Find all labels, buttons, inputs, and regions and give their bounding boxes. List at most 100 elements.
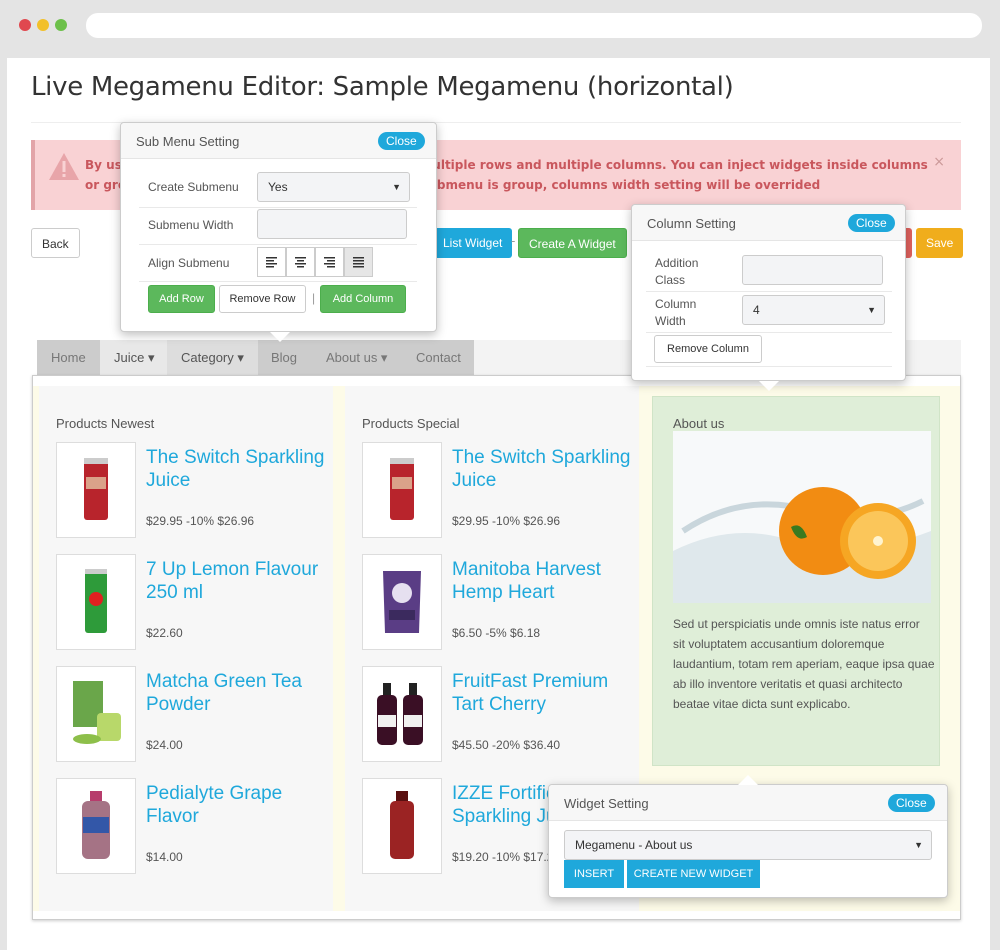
product-name-link[interactable]: The Switch Sparkling Juice (452, 446, 632, 492)
product-image-can[interactable] (56, 442, 136, 538)
page-title: Live Megamenu Editor: Sample Megamenu (h… (31, 72, 734, 102)
create-submenu-select[interactable]: Yes ▼ (257, 172, 410, 202)
minimize-window-icon[interactable] (37, 19, 49, 31)
product-item[interactable]: 7 Up Lemon Flavour 250 ml $22.60 (56, 554, 326, 650)
close-button[interactable]: Close (848, 214, 895, 232)
remove-row-button[interactable]: Remove Row (219, 285, 306, 313)
page-content: Live Megamenu Editor: Sample Megamenu (h… (7, 58, 990, 950)
create-submenu-value: Yes (268, 180, 288, 194)
create-submenu-label: Create Submenu (148, 180, 239, 194)
product-name-link[interactable]: The Switch Sparkling Juice (146, 446, 326, 492)
row-divider (139, 244, 417, 245)
product-item[interactable]: Manitoba Harvest Hemp Heart $6.50 -5% $6… (362, 554, 632, 650)
align-center-icon (295, 257, 306, 268)
submenu-width-label: Submenu Width (148, 218, 234, 232)
align-submenu-label: Align Submenu (148, 256, 230, 270)
add-row-button[interactable]: Add Row (148, 285, 215, 313)
submenu-setting-popup: Sub Menu Setting Close Create Submenu Ye… (120, 122, 437, 342)
popup-header: Widget Setting Close (549, 785, 947, 821)
product-price: $14.00 (146, 850, 183, 864)
product-price: $45.50 -20% $36.40 (452, 738, 561, 752)
product-name-link[interactable]: Manitoba Harvest Hemp Heart (452, 558, 632, 604)
product-item[interactable]: FruitFast Premium Tart Cherry $45.50 -20… (362, 666, 632, 762)
menu-item-blog[interactable]: Blog (257, 340, 311, 376)
popup-title: Column Setting (647, 216, 736, 231)
product-price: $29.95 -10% $26.96 (452, 514, 561, 528)
save-button[interactable]: Save (916, 228, 964, 258)
back-button[interactable]: Back (31, 228, 80, 258)
column-title: Products Special (362, 416, 460, 431)
maximize-window-icon[interactable] (55, 19, 67, 31)
alert-close-icon[interactable]: × (933, 154, 945, 170)
product-image-bottle[interactable] (362, 778, 442, 874)
product-image-can[interactable] (56, 554, 136, 650)
menu-item-juice[interactable]: Juice ▾ (100, 340, 169, 376)
align-right-icon (324, 257, 335, 268)
product-price: $6.50 -5% $6.18 (452, 626, 541, 640)
close-button[interactable]: Close (378, 132, 425, 150)
address-bar[interactable] (86, 13, 982, 38)
close-button[interactable]: Close (888, 794, 935, 812)
align-justify-button[interactable] (344, 247, 373, 277)
product-price: $24.00 (146, 738, 183, 752)
chevron-down-icon: ▼ (867, 305, 876, 315)
insert-button[interactable]: INSERT (564, 860, 624, 888)
product-price: $19.20 -10% $17.28 (452, 850, 561, 864)
product-name-link[interactable]: FruitFast Premium Tart Cherry (452, 670, 632, 716)
align-button-group (257, 247, 375, 277)
product-item[interactable]: Matcha Green Tea Powder $24.00 (56, 666, 326, 762)
popup-pointer (738, 775, 758, 785)
popup-title: Widget Setting (564, 796, 649, 811)
align-left-button[interactable] (257, 247, 286, 277)
widget-setting-popup: Widget Setting Close Megamenu - About us… (548, 775, 948, 898)
popup-header: Sub Menu Setting Close (121, 123, 436, 159)
orange-splash-image (673, 431, 931, 603)
row-divider (139, 281, 417, 282)
browser-chrome (0, 0, 1000, 56)
remove-column-button[interactable]: Remove Column (654, 335, 762, 363)
product-item[interactable]: Pedialyte Grape Flavor $14.00 (56, 778, 326, 874)
list-widget-button[interactable]: List Widget (433, 228, 513, 258)
product-price: $22.60 (146, 626, 183, 640)
row-divider (139, 207, 417, 208)
product-price: $29.95 -10% $26.96 (146, 514, 255, 528)
product-name-link[interactable]: 7 Up Lemon Flavour 250 ml (146, 558, 326, 604)
warning-icon (49, 153, 79, 180)
menu-item-contact[interactable]: Contact (402, 340, 475, 376)
column-width-value: 4 (753, 303, 760, 317)
menu-item-about-us[interactable]: About us ▾ (312, 340, 401, 376)
column-title: Products Newest (56, 416, 155, 431)
align-right-button[interactable] (315, 247, 344, 277)
create-widget-button[interactable]: Create A Widget (518, 228, 627, 258)
add-column-button[interactable]: Add Column (320, 285, 406, 313)
product-image-tea[interactable] (56, 666, 136, 762)
create-new-widget-button[interactable]: CREATE NEW WIDGET (627, 860, 760, 888)
column-title: About us (673, 416, 725, 431)
product-item[interactable]: The Switch Sparkling Juice $29.95 -10% $… (56, 442, 326, 538)
column-products-newest[interactable]: Products Newest The Switch Sparkling Jui… (33, 386, 339, 911)
column-width-label: Column Width (655, 297, 697, 328)
widget-select-value: Megamenu - About us (575, 838, 693, 852)
product-image-bottles[interactable] (362, 666, 442, 762)
popup-pointer (270, 332, 290, 342)
popup-header: Column Setting Close (632, 205, 905, 241)
product-name-link[interactable]: Pedialyte Grape Flavor (146, 782, 326, 828)
addition-class-label: Addition Class (655, 256, 699, 287)
about-us-text: Sed ut perspiciatis unde omnis iste natu… (673, 617, 935, 711)
product-image-can[interactable] (362, 442, 442, 538)
addition-class-input[interactable] (742, 255, 883, 285)
row-divider (646, 291, 892, 292)
menu-item-home[interactable]: Home (37, 340, 100, 376)
product-name-link[interactable]: Matcha Green Tea Powder (146, 670, 326, 716)
product-item[interactable]: The Switch Sparkling Juice $29.95 -10% $… (362, 442, 632, 538)
close-window-icon[interactable] (19, 19, 31, 31)
toolbar-separator: - (511, 234, 516, 248)
product-image-bag[interactable] (362, 554, 442, 650)
menu-item-category[interactable]: Category ▾ (167, 340, 258, 376)
widget-select[interactable]: Megamenu - About us ▼ (564, 830, 932, 860)
submenu-width-input[interactable] (257, 209, 407, 239)
align-justify-icon (353, 257, 364, 268)
column-width-select[interactable]: 4 ▼ (742, 295, 885, 325)
align-center-button[interactable] (286, 247, 315, 277)
product-image-bottle[interactable] (56, 778, 136, 874)
